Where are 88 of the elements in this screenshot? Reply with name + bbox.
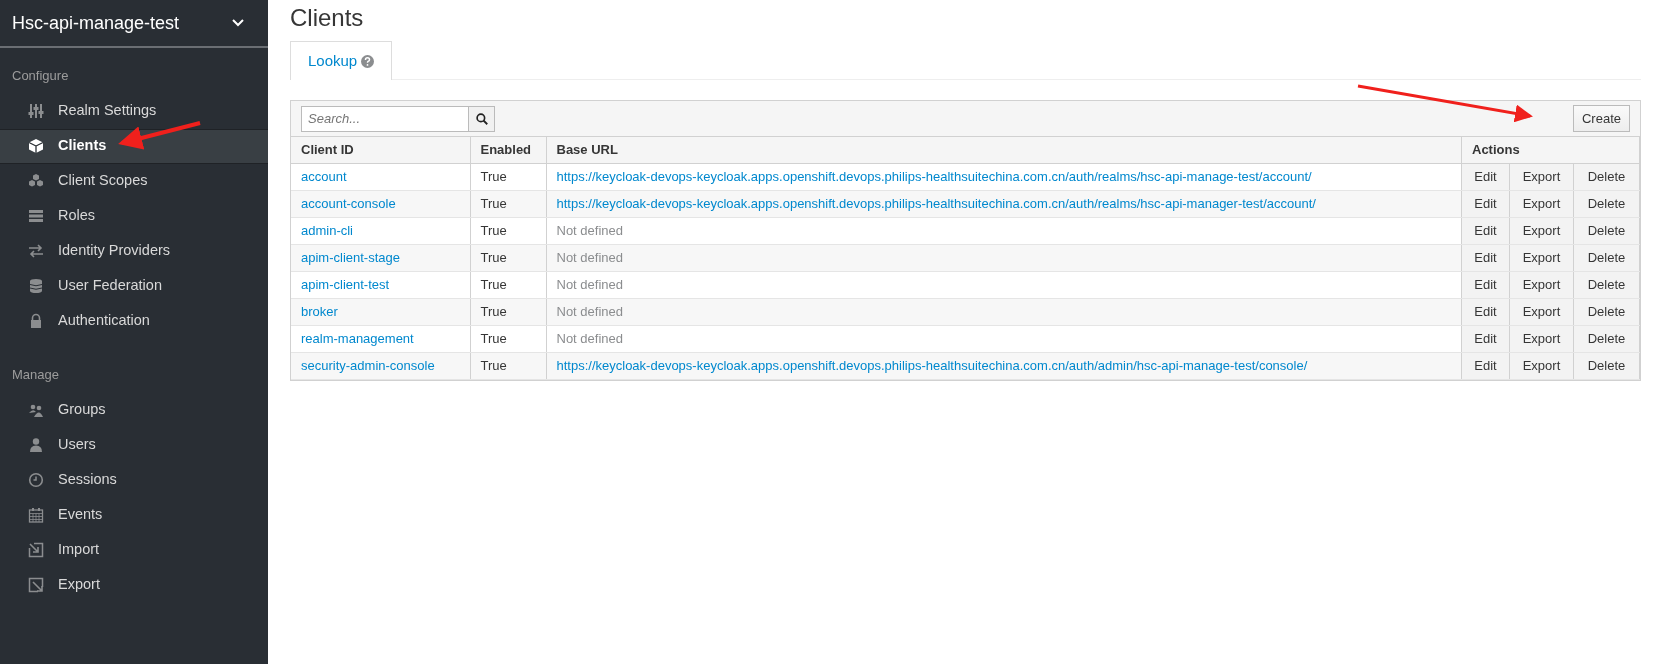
action-button[interactable]: Delete — [1574, 325, 1639, 352]
url-link[interactable]: https://keycloak-devops-keycloak.apps.openshift.devops.philips-healthsuitechina.com.cn/auth/realms/hsc-api-manager-test/account/ — [556, 196, 1316, 212]
realm-name[interactable]: Hsc-api-manage-test — [12, 9, 180, 37]
action-button[interactable]: Edit — [1462, 244, 1509, 271]
search-icon — [475, 112, 488, 125]
sidebar-item[interactable]: User Federation — [0, 268, 268, 304]
action-button[interactable]: Export — [1510, 352, 1573, 379]
list-icon — [28, 208, 44, 224]
action-button[interactable]: Export — [1510, 325, 1573, 352]
client-link[interactable]: admin-cli — [301, 223, 353, 239]
action-button[interactable]: Edit — [1462, 298, 1509, 325]
import-icon — [28, 541, 44, 558]
sidebar-item[interactable]: Identity Providers — [0, 233, 268, 269]
sidebar-item[interactable]: Export — [0, 567, 268, 602]
client-link[interactable]: realm-management — [301, 331, 414, 347]
table-cell: Not defined — [546, 244, 1462, 272]
cubes-icon — [28, 173, 44, 189]
client-link[interactable]: broker — [301, 304, 338, 320]
table-cell: True — [470, 244, 546, 272]
sidebar-item[interactable]: Users — [0, 427, 268, 462]
action-button[interactable]: Delete — [1574, 217, 1639, 244]
clock-icon — [28, 471, 44, 488]
column-header: Client ID — [291, 137, 470, 164]
url-link[interactable]: https://keycloak-devops-keycloak.apps.openshift.devops.philips-healthsuitechina.com.cn/auth/realms/hsc-api-manage-test/account/ — [556, 169, 1312, 185]
action-button[interactable]: Export — [1510, 244, 1573, 271]
table-cell: True — [470, 271, 546, 299]
sliders-icon — [28, 103, 44, 119]
url-link[interactable]: https://keycloak-devops-keycloak.apps.openshift.devops.philips-healthsuitechina.com.cn/auth/admin/hsc-api-manage-test/console/ — [556, 358, 1308, 374]
exchange-icon — [28, 243, 44, 259]
action-button[interactable]: Export — [1510, 190, 1573, 217]
action-button[interactable]: Edit — [1462, 271, 1509, 298]
user-icon — [28, 436, 44, 453]
action-button[interactable]: Delete — [1574, 298, 1639, 325]
client-link[interactable]: security-admin-console — [301, 358, 435, 374]
sidebar-item[interactable]: Sessions — [0, 462, 268, 497]
action-button[interactable]: Export — [1510, 163, 1573, 190]
lock-icon — [28, 313, 44, 329]
action-button[interactable]: Edit — [1462, 325, 1509, 352]
column-header: Enabled — [470, 137, 546, 164]
action-button[interactable]: Edit — [1462, 163, 1509, 190]
table-cell: True — [470, 352, 546, 380]
action-button[interactable]: Export — [1510, 298, 1573, 325]
sidebar-item[interactable]: Client Scopes — [0, 163, 268, 199]
database-icon — [28, 278, 44, 294]
sidebar-item[interactable]: Roles — [0, 198, 268, 234]
column-header: Base URL — [546, 137, 1462, 164]
table-cell: True — [470, 298, 546, 326]
client-link[interactable]: apim-client-test — [301, 277, 390, 293]
page-title: Clients — [290, 4, 365, 33]
search-field[interactable]: Search... — [301, 105, 469, 132]
column-header: Actions — [1461, 137, 1640, 164]
action-button[interactable]: Delete — [1574, 163, 1639, 190]
section-label: Configure — [11, 67, 70, 85]
chevron-down-icon[interactable] — [232, 19, 244, 27]
table-cell: Not defined — [546, 271, 1462, 299]
table-cell: Not defined — [546, 325, 1462, 353]
action-button[interactable]: Edit — [1462, 352, 1509, 379]
table-cell: True — [470, 325, 546, 353]
sidebar-item[interactable]: Groups — [0, 392, 268, 427]
table-cell: True — [470, 217, 546, 245]
action-button[interactable]: Edit — [1462, 190, 1509, 217]
action-button[interactable]: Export — [1510, 217, 1573, 244]
create-button[interactable]: Create — [1572, 105, 1630, 133]
action-button[interactable]: Export — [1510, 271, 1573, 298]
tab[interactable]: Lookup — [290, 40, 393, 81]
action-button[interactable]: Delete — [1574, 190, 1639, 217]
export-icon — [28, 576, 44, 593]
table-cell: True — [470, 190, 546, 218]
help-icon[interactable] — [361, 54, 375, 68]
section-label: Manage — [11, 365, 60, 384]
calendar-icon — [28, 506, 44, 523]
table-cell: Not defined — [546, 298, 1462, 326]
sidebar-item[interactable]: Realm Settings — [0, 93, 268, 129]
sidebar-item[interactable]: Events — [0, 497, 268, 532]
sidebar-item[interactable]: Clients — [0, 128, 268, 164]
action-button[interactable]: Delete — [1574, 352, 1639, 379]
client-link[interactable]: account-console — [301, 196, 396, 212]
action-button[interactable]: Delete — [1574, 271, 1639, 298]
client-link[interactable]: account — [301, 169, 347, 185]
action-button[interactable]: Delete — [1574, 244, 1639, 271]
cube-icon — [28, 138, 44, 154]
action-button[interactable]: Edit — [1462, 217, 1509, 244]
search-button[interactable] — [469, 105, 495, 132]
sidebar-item[interactable]: Import — [0, 532, 268, 567]
client-link[interactable]: apim-client-stage — [301, 250, 400, 266]
table-cell: Not defined — [546, 217, 1462, 245]
table-cell: True — [470, 163, 546, 191]
sidebar-item[interactable]: Authentication — [0, 303, 268, 339]
